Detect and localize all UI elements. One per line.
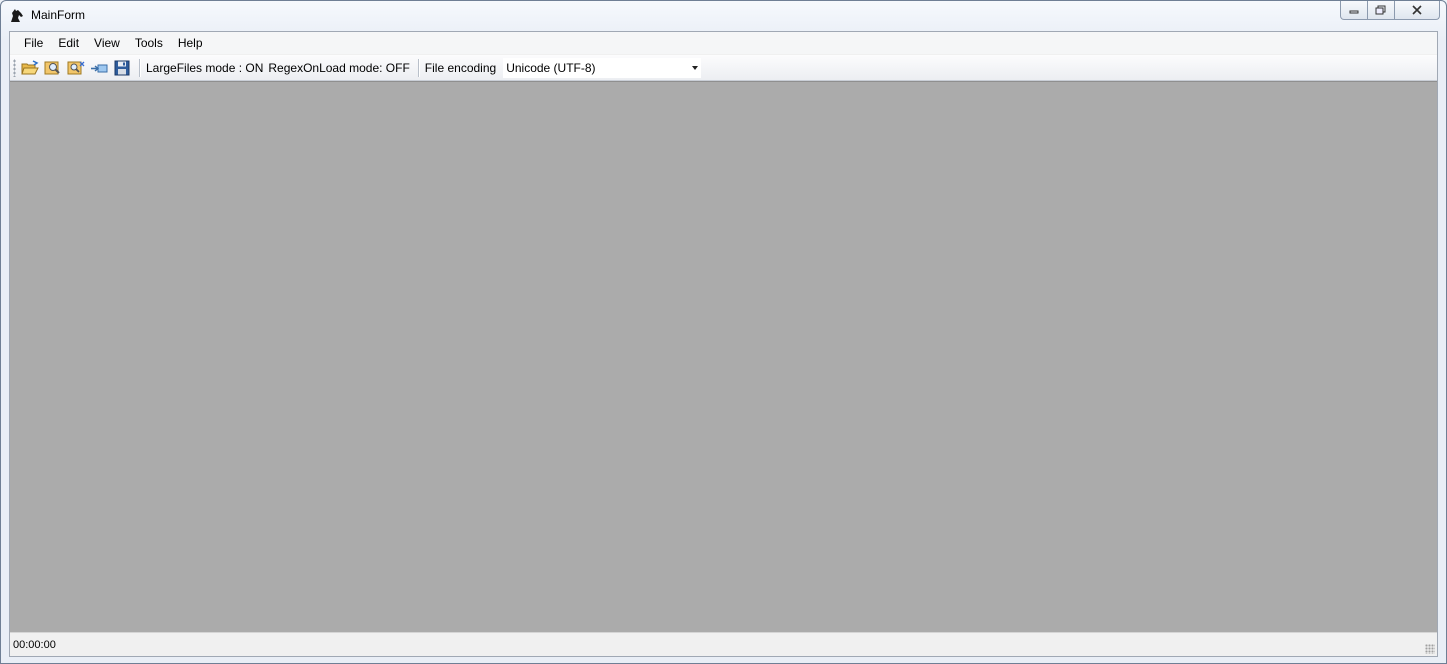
close-button[interactable] bbox=[1394, 1, 1440, 20]
find-replace-button[interactable] bbox=[66, 58, 86, 78]
save-button[interactable] bbox=[112, 58, 132, 78]
large-files-mode-toggle[interactable]: LargeFiles mode : ON bbox=[146, 61, 263, 75]
maximize-button[interactable] bbox=[1367, 1, 1395, 20]
caption-buttons bbox=[1340, 1, 1440, 20]
toolbar-separator bbox=[417, 58, 420, 77]
toolbar-separator bbox=[139, 58, 141, 77]
resize-grip-icon[interactable] bbox=[1425, 644, 1435, 654]
export-icon bbox=[91, 64, 108, 72]
regex-on-load-mode-toggle[interactable]: RegexOnLoad mode: OFF bbox=[268, 61, 409, 75]
menu-bar: File Edit View Tools Help bbox=[10, 32, 1437, 54]
maximize-icon bbox=[1375, 5, 1386, 15]
open-button[interactable] bbox=[20, 58, 40, 78]
client-area: File Edit View Tools Help LargeFiles mod… bbox=[9, 31, 1438, 657]
menu-edit[interactable]: Edit bbox=[51, 34, 86, 52]
title-bar[interactable]: MainForm bbox=[1, 1, 1446, 29]
menu-view[interactable]: View bbox=[87, 34, 127, 52]
minimize-icon bbox=[1349, 10, 1359, 14]
open-folder-icon bbox=[21, 59, 39, 74]
toolbar-grip[interactable] bbox=[13, 58, 16, 77]
file-encoding-select[interactable]: Unicode (UTF-8) bbox=[503, 57, 702, 78]
elapsed-time: 00:00:00 bbox=[13, 638, 56, 651]
find-replace-icon bbox=[67, 61, 85, 74]
window-title: MainForm bbox=[31, 8, 86, 22]
mdi-workspace[interactable] bbox=[10, 81, 1437, 634]
find-icon bbox=[44, 61, 60, 74]
file-encoding-label: File encoding bbox=[424, 60, 497, 75]
find-button[interactable] bbox=[43, 58, 63, 78]
minimize-button[interactable] bbox=[1340, 1, 1368, 20]
file-encoding-value: Unicode (UTF-8) bbox=[506, 60, 596, 75]
chevron-down-icon[interactable] bbox=[692, 65, 699, 70]
save-icon bbox=[114, 60, 130, 75]
close-icon bbox=[1412, 5, 1422, 15]
app-horse-icon[interactable] bbox=[9, 7, 25, 23]
export-button[interactable] bbox=[89, 58, 109, 78]
menu-file[interactable]: File bbox=[17, 34, 50, 52]
menu-tools[interactable]: Tools bbox=[128, 34, 170, 52]
main-window: MainForm File Edit View Tools Help Large… bbox=[0, 0, 1447, 664]
menu-help[interactable]: Help bbox=[171, 34, 210, 52]
status-bar: 00:00:00 bbox=[10, 632, 1437, 656]
toolbar: LargeFiles mode : ON RegexOnLoad mode: O… bbox=[10, 55, 1437, 81]
